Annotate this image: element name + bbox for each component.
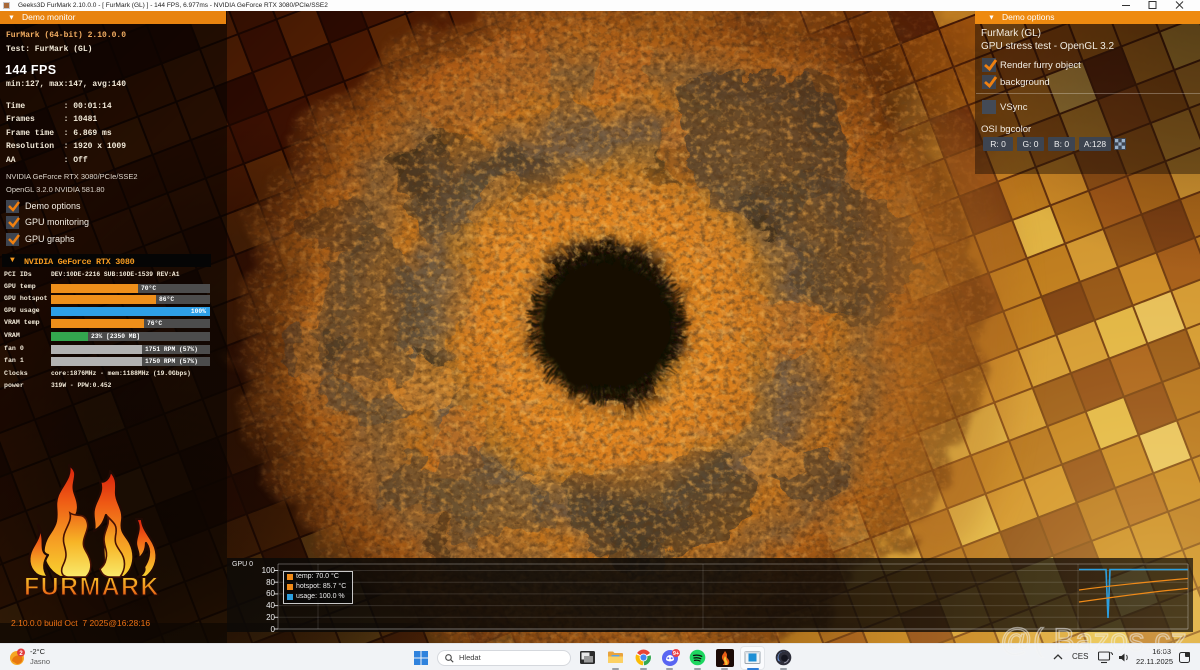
svg-text:FURMARK: FURMARK [24,573,158,601]
svg-text:9+: 9+ [673,651,679,657]
